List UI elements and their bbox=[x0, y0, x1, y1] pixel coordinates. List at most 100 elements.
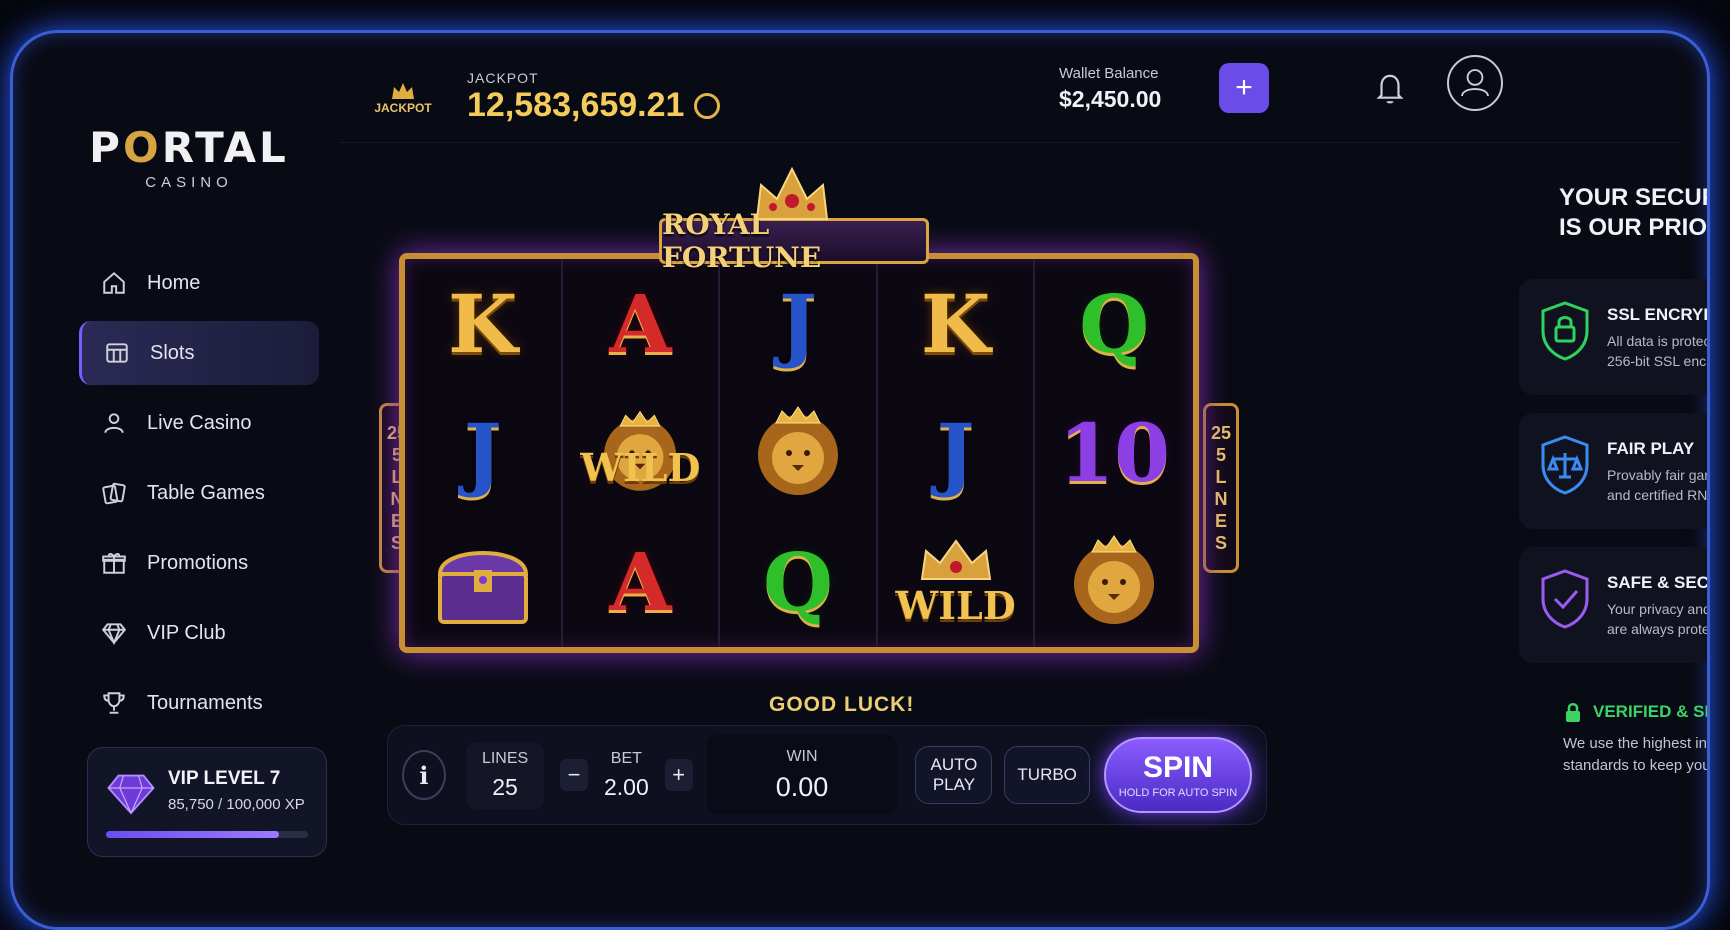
payline-char: L bbox=[1215, 467, 1227, 487]
verified-description: We use the highest industrystandards to … bbox=[1563, 735, 1710, 774]
avatar[interactable] bbox=[1447, 55, 1503, 111]
paylines-right-tag: 25 5 L N E S bbox=[1203, 403, 1239, 573]
sidebar-item-label: Home bbox=[147, 271, 201, 294]
coin-icon bbox=[694, 92, 721, 119]
security-panel: YOUR SECURITYIS OUR PRIORITY SSL ENCRYPT… bbox=[1519, 153, 1710, 777]
casino-app: PORTAL CASINO Home Slots Live Casino Tab… bbox=[39, 53, 1707, 927]
ssl-encryption-card: SSL ENCRYPTION All data is protected wit… bbox=[1519, 279, 1710, 395]
sidebar: PORTAL CASINO Home Slots Live Casino Tab… bbox=[39, 53, 339, 927]
win-label: WIN bbox=[786, 747, 818, 765]
safe-secure-card: SAFE & SECURE Your privacy and fundsare … bbox=[1519, 547, 1710, 663]
card-description: Provably fair gamesand certified RNG bbox=[1607, 467, 1710, 503]
fair-play-card: FAIR PLAY Provably fair gamesand certifi… bbox=[1519, 413, 1710, 529]
jackpot-block: JACKPOT 12,583,659.21 bbox=[467, 70, 721, 125]
reel-5: Q 10 bbox=[1035, 259, 1193, 647]
sidebar-item-promotions[interactable]: Promotions bbox=[79, 531, 319, 595]
symbol-a: A bbox=[609, 535, 672, 630]
logo[interactable]: PORTAL CASINO bbox=[79, 123, 299, 191]
sidebar-item-label: VIP Club bbox=[147, 621, 226, 644]
cards-icon bbox=[99, 478, 129, 508]
scales-shield-icon bbox=[1541, 435, 1589, 495]
wallet-label: Wallet Balance bbox=[1059, 65, 1159, 82]
lock-shield-icon bbox=[1541, 301, 1589, 361]
reel-1: KJ bbox=[405, 259, 563, 647]
symbol-q: Q bbox=[1079, 276, 1150, 371]
symbol-j: J bbox=[463, 405, 502, 500]
add-funds-button[interactable]: + bbox=[1219, 63, 1269, 113]
lines-value: 25 bbox=[492, 773, 518, 800]
sidebar-item-label: Slots bbox=[150, 341, 195, 364]
autoplay-button[interactable]: AUTO PLAY bbox=[915, 746, 993, 804]
card-title: SSL ENCRYPTION bbox=[1607, 305, 1707, 324]
symbol-k: K bbox=[920, 276, 991, 371]
symbol-q: Q bbox=[763, 535, 833, 630]
wallet-balance: Wallet Balance $2,450.00 bbox=[1059, 65, 1161, 113]
wild-lion-symbol: WILD bbox=[563, 388, 719, 517]
status-message: GOOD LUCK! bbox=[769, 693, 915, 716]
bet-increase-button[interactable]: + bbox=[664, 759, 693, 791]
spin-sublabel: HOLD FOR AUTO SPIN bbox=[1118, 787, 1238, 799]
symbol-a: A bbox=[609, 276, 672, 371]
reel-2: A WILD A bbox=[563, 259, 721, 647]
bet-decrease-button[interactable]: − bbox=[560, 759, 588, 791]
symbol-j: J bbox=[936, 405, 975, 500]
sidebar-item-tournaments[interactable]: Tournaments bbox=[79, 671, 319, 735]
home-icon bbox=[99, 268, 129, 298]
card-title: FAIR PLAY bbox=[1607, 439, 1695, 458]
spin-button[interactable]: SPIN HOLD FOR AUTO SPIN bbox=[1103, 737, 1252, 813]
payline-char: E bbox=[1214, 511, 1227, 531]
turbo-button[interactable]: TURBO bbox=[1004, 746, 1090, 804]
logo-subtitle: CASINO bbox=[145, 174, 233, 191]
diamond-icon bbox=[99, 618, 129, 648]
sidebar-item-table-games[interactable]: Table Games bbox=[79, 461, 319, 525]
payline-char: 5 bbox=[1215, 445, 1226, 465]
win-display: WIN 0.00 bbox=[706, 735, 898, 815]
spin-label: SPIN bbox=[1142, 751, 1213, 784]
reel-grid: K J A WILD A J Q K J WILD Q 10 bbox=[399, 253, 1199, 653]
payline-char: N bbox=[1214, 489, 1228, 509]
slot-game: ROYAL FORTUNE 25 5 L N E S 25 5 L N E S K J A WILD A J Q… bbox=[379, 163, 1239, 716]
payline-char: 25 bbox=[1210, 423, 1232, 443]
vip-level-card[interactable]: VIP LEVEL 7 85,750 / 100,000 XP bbox=[87, 747, 327, 857]
device-frame: PORTAL CASINO Home Slots Live Casino Tab… bbox=[10, 30, 1710, 930]
card-description: All data is protected with256-bit SSL en… bbox=[1607, 333, 1710, 369]
top-bar: JACKPOT JACKPOT 12,583,659.21 Wallet Bal… bbox=[339, 53, 1681, 143]
payline-char: S bbox=[1214, 533, 1227, 553]
bet-value: 2.00 bbox=[603, 773, 649, 800]
jackpot-badge-label: JACKPOT bbox=[374, 100, 432, 115]
treasure-chest-symbol bbox=[405, 518, 561, 647]
info-button[interactable]: i bbox=[402, 750, 446, 800]
wallet-value: $2,450.00 bbox=[1059, 86, 1162, 112]
vip-level-title: VIP LEVEL 7 bbox=[168, 768, 281, 789]
sidebar-item-label: Live Casino bbox=[147, 411, 252, 434]
sidebar-item-label: Tournaments bbox=[147, 691, 263, 714]
jackpot-badge: JACKPOT bbox=[363, 68, 443, 128]
sidebar-item-slots[interactable]: Slots bbox=[79, 321, 319, 385]
reel-4: K J WILD bbox=[878, 259, 1036, 647]
gift-icon bbox=[99, 548, 129, 578]
sidebar-item-live-casino[interactable]: Live Casino bbox=[79, 391, 319, 455]
sidebar-item-vip-club[interactable]: VIP Club bbox=[79, 601, 319, 665]
sidebar-item-home[interactable]: Home bbox=[79, 251, 319, 315]
jackpot-amount: 12,583,659.21 bbox=[467, 86, 721, 125]
vip-progress-bar bbox=[106, 831, 308, 838]
security-title: YOUR SECURITYIS OUR PRIORITY bbox=[1559, 184, 1708, 241]
symbol-10: 10 bbox=[1058, 405, 1170, 500]
bell-icon[interactable] bbox=[1375, 71, 1405, 105]
bet-display: BET 2.00 bbox=[588, 742, 665, 809]
lion-symbol bbox=[1035, 518, 1193, 647]
vip-xp-text: 85,750 / 100,000 XP bbox=[168, 796, 305, 813]
lion-symbol bbox=[720, 388, 876, 517]
lines-display: LINES 25 bbox=[465, 741, 545, 809]
crown-icon bbox=[755, 166, 829, 220]
control-bar: i LINES 25 − BET 2.00 + WIN 0.00 AUTO PLA… bbox=[387, 725, 1267, 825]
wild-crown-symbol: WILD bbox=[878, 518, 1034, 647]
card-title: SAFE & SECURE bbox=[1607, 573, 1710, 592]
symbol-k: K bbox=[448, 276, 518, 371]
verified-block: VERIFIED & SECURE We use the highest ind… bbox=[1519, 681, 1710, 777]
user-icon bbox=[99, 408, 129, 438]
jackpot-crown-icon bbox=[392, 82, 414, 99]
sidebar-item-label: Promotions bbox=[147, 551, 249, 574]
vip-progress-fill bbox=[106, 831, 280, 838]
win-value: 0.00 bbox=[775, 771, 829, 802]
